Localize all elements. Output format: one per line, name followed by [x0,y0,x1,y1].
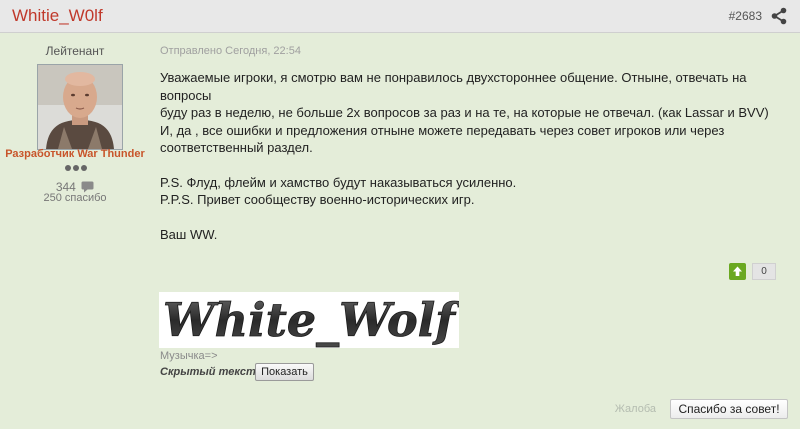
avatar-image [38,65,122,149]
post-footer: Жалоба Спасибо за совет! [0,395,800,429]
post-header: Whitie_W0lf #2683 [0,0,800,33]
post-paragraph: P.S. Флуд, флейм и хамство будут наказыв… [160,174,780,209]
post-line: Уважаемые игроки, я смотрю вам не понрав… [160,70,747,103]
author-name[interactable]: Whitie_W0lf [12,6,103,26]
post-line: И, да , все ошибки и предложения отныне … [160,122,725,138]
author-title: Разработчик War Thunder [5,148,145,160]
posted-timestamp: Отправлено Сегодня, 22:54 [160,45,301,57]
post-line: P.P.S. Привет сообществу военно-историче… [160,192,475,207]
signature-banner-text: White_Wolf [163,293,459,347]
forum-post: Whitie_W0lf #2683 Лейтенант Разработчик … [0,0,800,429]
thanks-count: 250 спасибо [43,192,107,204]
show-hidden-button[interactable]: Показать [255,363,314,381]
like-button[interactable] [729,263,746,280]
post-paragraph: Ваш WW. [160,226,780,244]
hidden-text-label: Скрытый текст [160,366,256,378]
share-icon[interactable] [770,7,788,25]
avatar[interactable] [37,64,123,150]
thanks-button[interactable]: Спасибо за совет! [670,399,788,419]
post-paragraph: Уважаемые игроки, я смотрю вам не понрав… [160,69,780,157]
post-number[interactable]: #2683 [729,9,762,23]
post-line: соответственный раздел. [160,140,313,155]
report-link[interactable]: Жалоба [615,403,656,415]
post-line: буду раз в неделю, не больше 2х вопросов… [160,105,769,120]
like-count: 0 [752,263,776,280]
arrow-up-icon [733,266,742,276]
music-label: Музычка=> [160,350,218,362]
reputation-dots [65,165,87,171]
post-body: Уважаемые игроки, я смотрю вам не понрав… [160,69,780,243]
post-signoff: Ваш WW. [160,226,218,242]
author-rank: Лейтенант [45,44,105,58]
signature-banner: White_Wolf [159,292,459,348]
author-sidebar: Лейтенант Разработчик War Thunder 344 25… [0,33,150,429]
post-line: P.S. Флуд, флейм и хамство будут наказыв… [160,174,517,190]
